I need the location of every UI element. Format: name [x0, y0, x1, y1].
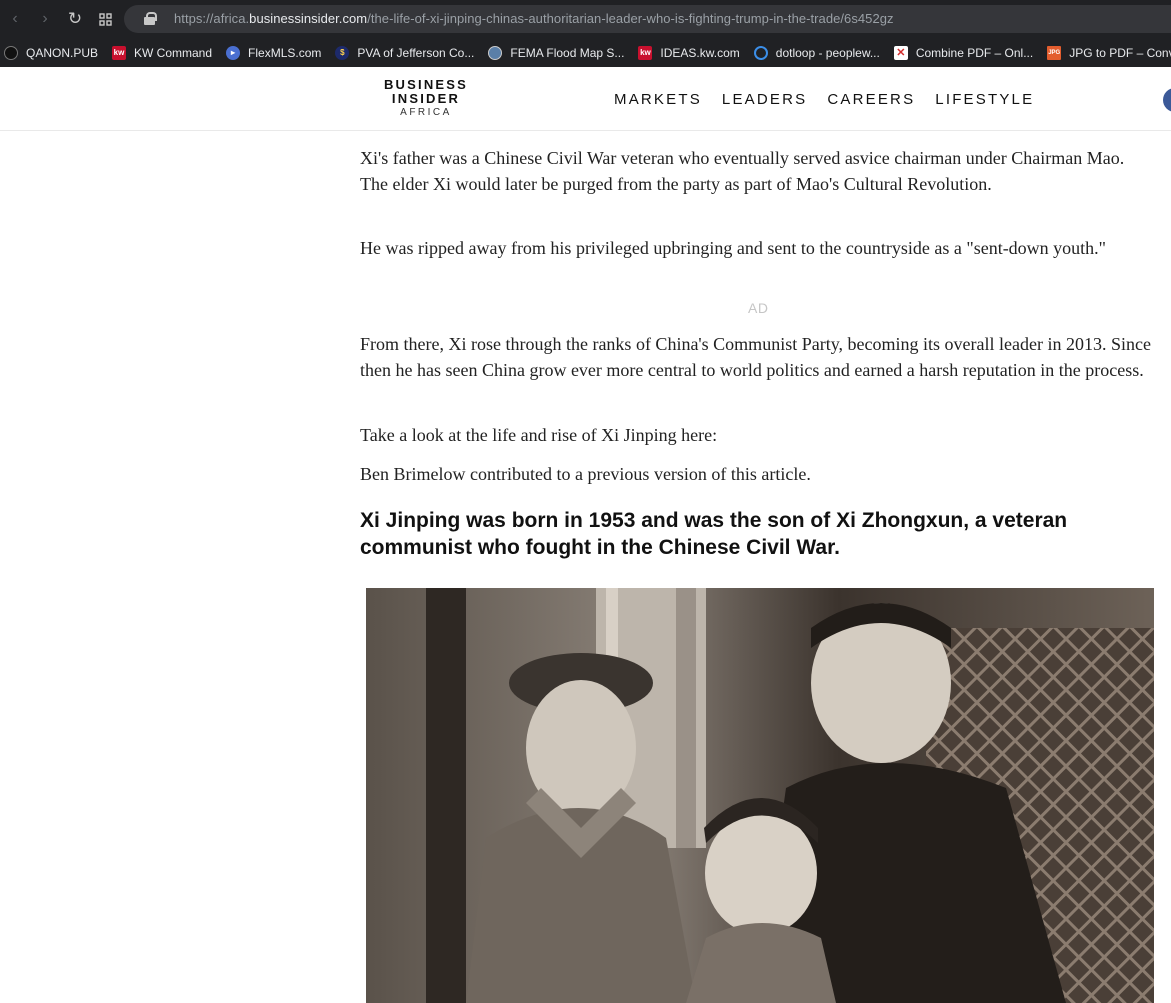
- nav-leaders[interactable]: LEADERS: [722, 91, 807, 108]
- bookmark-flexmls[interactable]: ▸ FlexMLS.com: [226, 38, 321, 67]
- back-icon[interactable]: ‹: [0, 0, 30, 38]
- bookmark-qanon[interactable]: QANON.PUB: [4, 38, 98, 67]
- jpg-pdf-icon: JPG: [1047, 45, 1062, 60]
- article-paragraph: From there, Xi rose through the ranks of…: [360, 334, 1151, 380]
- address-bar[interactable]: https://africa.businessinsider.com/the-l…: [124, 5, 1171, 33]
- bookmarks-bar: QANON.PUB kw KW Command ▸ FlexMLS.com $ PVA…: [0, 38, 1171, 67]
- forward-icon[interactable]: ›: [30, 0, 60, 38]
- qanon-icon: [4, 45, 18, 60]
- reload-icon[interactable]: ↻: [60, 0, 90, 38]
- article-photo: [366, 588, 1154, 1003]
- pva-icon: $: [335, 45, 350, 60]
- kw-icon: kw: [112, 45, 127, 60]
- site-header: BUSINESS INSIDER AFRICA MARKETS LEADERS …: [0, 67, 1171, 131]
- bookmark-ideas-kw[interactable]: kw IDEAS.kw.com: [638, 38, 740, 67]
- facebook-icon[interactable]: [1163, 88, 1171, 112]
- pdf-icon: ✕: [893, 45, 908, 60]
- business-insider-logo[interactable]: BUSINESS INSIDER AFRICA: [380, 78, 472, 119]
- dotloop-icon: [753, 45, 768, 60]
- kw-icon: kw: [638, 45, 653, 60]
- bookmark-pva[interactable]: $ PVA of Jefferson Co...: [335, 38, 474, 67]
- lock-icon: [144, 12, 157, 25]
- bookmark-kw-command[interactable]: kw KW Command: [112, 38, 212, 67]
- fema-seal-icon: [488, 45, 503, 60]
- article-paragraph: Xi's father was a Chinese Civil War vete…: [360, 148, 1125, 194]
- article-paragraph: Ben Brimelow contributed to a previous v…: [360, 464, 811, 484]
- nav-markets[interactable]: MARKETS: [614, 91, 702, 108]
- bookmark-combine-pdf[interactable]: ✕ Combine PDF – Onl...: [893, 38, 1033, 67]
- nav-careers[interactable]: CAREERS: [827, 91, 915, 108]
- apps-grid-icon[interactable]: [90, 0, 120, 38]
- article-paragraph: Take a look at the life and rise of Xi J…: [360, 425, 718, 445]
- article-paragraph: He was ripped away from his privileged u…: [360, 238, 1107, 258]
- bookmark-dotloop[interactable]: dotloop - peoplew...: [753, 38, 880, 67]
- nav-lifestyle[interactable]: LIFESTYLE: [935, 91, 1034, 108]
- bookmark-fema[interactable]: FEMA Flood Map S...: [488, 38, 624, 67]
- ad-label: AD: [748, 300, 769, 316]
- bookmark-jpg-to-pdf[interactable]: JPGJPG to PDF – Conve...: [1047, 38, 1171, 67]
- browser-toolbar: ‹ › ↻ https://africa.businessinsider.com…: [0, 0, 1171, 38]
- site-nav: MARKETS LEADERS CAREERS LIFESTYLE: [614, 91, 1054, 108]
- slide-headline: Xi Jinping was born in 1953 and was the …: [360, 509, 1068, 559]
- url-text[interactable]: https://africa.businessinsider.com/the-l…: [174, 11, 894, 26]
- flexmls-icon: ▸: [226, 45, 241, 60]
